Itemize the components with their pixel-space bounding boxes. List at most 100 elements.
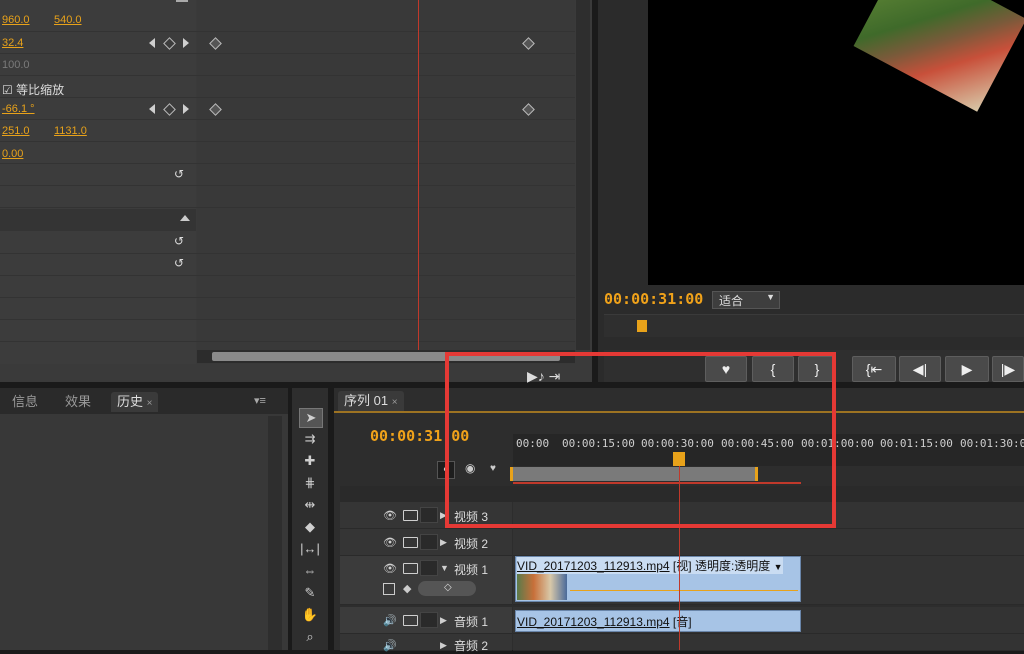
tab-history-label: 历史 — [117, 394, 144, 409]
tab-effects[interactable]: 效果 — [65, 392, 91, 412]
expand-icon[interactable]: ▶ — [440, 640, 447, 651]
row-divider — [0, 232, 575, 254]
reset-icon[interactable]: ↺ — [174, 235, 187, 247]
track-select-tool-icon[interactable]: ⇉ — [299, 430, 321, 448]
zoom-tool-icon[interactable]: ⌕ — [299, 628, 321, 646]
speaker-icon[interactable]: 🔊 — [383, 639, 397, 652]
keyframe-icon[interactable]: ◇ — [444, 582, 452, 593]
row-divider — [0, 298, 575, 320]
eye-icon[interactable]: 👁 — [383, 562, 397, 575]
opacity-line[interactable] — [570, 590, 798, 591]
go-to-in-button[interactable]: {⇤ — [852, 356, 896, 382]
position-x-value[interactable]: 960.0 — [2, 14, 30, 26]
film-icon[interactable] — [403, 615, 418, 626]
row-divider — [0, 254, 575, 276]
video-clip-effect[interactable]: 透明度:透明度 — [695, 559, 770, 573]
lock-toggle[interactable] — [420, 612, 438, 628]
row-divider — [0, 32, 575, 54]
audio-clip-title: VID_20171203_112913.mp4 [音] — [517, 613, 692, 630]
tab-sequence[interactable]: 序列 01 × — [338, 391, 404, 411]
rate-stretch-tool-icon[interactable]: ⇹ — [299, 496, 321, 514]
row-divider — [0, 276, 575, 298]
hand-tool-icon[interactable]: ✋ — [299, 606, 321, 624]
tab-info[interactable]: 信息 — [12, 392, 38, 412]
film-icon[interactable] — [403, 510, 418, 521]
chevron-down-icon: ▼ — [766, 292, 775, 302]
row-divider — [0, 98, 575, 120]
keyframe-toggle-icon[interactable]: ◆ — [403, 582, 411, 595]
monitor-playhead-marker[interactable] — [637, 320, 647, 332]
scale-value[interactable]: 32.4 — [2, 37, 23, 49]
anchor-y-value[interactable]: 1131.0 — [54, 125, 87, 137]
row-divider — [0, 142, 575, 164]
collapse-icon[interactable] — [180, 215, 190, 221]
reset-icon[interactable]: ↺ — [174, 168, 187, 180]
pen-tool-icon[interactable]: ✎ — [299, 584, 321, 602]
video-clip-title: VID_20171203_112913.mp4 [视] 透明度:透明度 ▼ — [517, 557, 783, 574]
rolling-edit-tool-icon[interactable]: ⋕ — [299, 474, 321, 492]
monitor-timecode[interactable]: 00:00:31:00 — [604, 290, 703, 308]
track-label-video2: 视频 2 — [454, 537, 489, 551]
slip-tool-icon[interactable]: |↔| — [299, 540, 321, 558]
step-forward-button[interactable]: |▶ — [992, 356, 1024, 382]
panel-menu-icon[interactable]: ▾≡ — [254, 394, 266, 407]
next-keyframe-icon[interactable] — [183, 104, 189, 114]
ruler-tick-label: 00:01:15:00 — [880, 437, 953, 450]
panel-menu-icon[interactable] — [176, 0, 188, 2]
expand-icon[interactable]: ▶ — [440, 615, 447, 626]
track-label-audio1: 音频 1 — [454, 615, 489, 629]
close-icon[interactable]: × — [392, 397, 398, 408]
lock-toggle[interactable] — [420, 534, 438, 550]
audio-clip-tag: [音] — [672, 615, 692, 629]
effect-section-header[interactable] — [0, 209, 196, 231]
prev-keyframe-icon[interactable] — [149, 104, 155, 114]
track-label-video1: 视频 1 — [454, 563, 489, 577]
lock-toggle[interactable] — [420, 560, 438, 576]
track-label-audio2: 音频 2 — [454, 639, 489, 653]
track-body-video2[interactable] — [513, 529, 1024, 556]
lock-toggle[interactable] — [420, 507, 438, 523]
expand-icon[interactable]: ▶ — [440, 537, 447, 548]
history-panel — [0, 388, 288, 650]
uniform-scale-label: 等比缩放 — [16, 83, 65, 97]
reset-icon[interactable]: ↺ — [174, 257, 187, 269]
monitor-left-edge — [598, 0, 648, 285]
display-style-icon[interactable] — [383, 583, 395, 595]
position-y-value[interactable]: 540.0 — [54, 14, 82, 26]
uniform-scale-checkbox[interactable]: ☑ 等比缩放 — [2, 81, 64, 98]
slide-tool-icon[interactable]: ⇔ — [299, 562, 321, 580]
rotation-value[interactable]: -66.1 ° — [2, 103, 35, 115]
vertical-scrollbar[interactable] — [268, 416, 282, 650]
effect-playhead[interactable] — [418, 0, 419, 350]
eye-icon[interactable]: 👁 — [383, 509, 397, 522]
step-back-button[interactable]: ◀| — [899, 356, 941, 382]
film-icon[interactable] — [403, 537, 418, 548]
video-clip-name: VID_20171203_112913.mp4 — [517, 559, 670, 573]
eye-icon[interactable]: 👁 — [383, 536, 397, 549]
video-clip-tag: [视] — [672, 559, 692, 573]
row-divider — [0, 320, 575, 342]
close-icon[interactable]: × — [147, 398, 153, 409]
play-button[interactable]: ▶ — [945, 356, 989, 382]
track-body-audio2[interactable] — [513, 634, 1024, 651]
ripple-edit-tool-icon[interactable]: ✚ — [299, 452, 321, 470]
anti-flicker-value[interactable]: 0.00 — [2, 148, 23, 160]
collapse-icon[interactable]: ▼ — [440, 563, 449, 573]
prev-keyframe-icon[interactable] — [149, 38, 155, 48]
scale-width-value: 100.0 — [2, 59, 30, 71]
speaker-icon[interactable]: 🔊 — [383, 614, 397, 627]
vertical-scrollbar[interactable] — [576, 0, 590, 350]
selection-tool-icon[interactable]: ➤ — [299, 408, 323, 428]
row-divider — [0, 10, 575, 32]
fit-dropdown[interactable]: 适合 ▼ — [712, 291, 780, 309]
next-keyframe-icon[interactable] — [183, 38, 189, 48]
row-divider — [0, 54, 575, 76]
clip-thumbnail — [517, 574, 567, 600]
razor-tool-icon[interactable]: ◆ — [299, 518, 321, 536]
tab-history[interactable]: 历史 × — [111, 392, 159, 412]
row-divider — [0, 186, 575, 208]
anchor-x-value[interactable]: 251.0 — [2, 125, 30, 137]
film-icon[interactable] — [403, 563, 418, 574]
chevron-down-icon[interactable]: ▼ — [774, 562, 783, 572]
monitor-ruler[interactable] — [604, 314, 1024, 337]
